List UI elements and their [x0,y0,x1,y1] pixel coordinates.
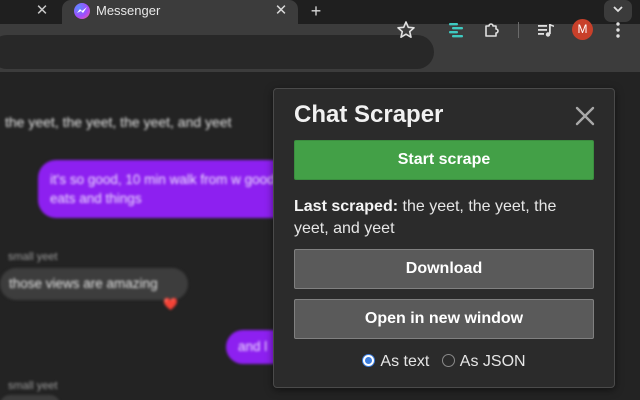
toolbar-divider [518,22,519,38]
outgoing-message-bubble[interactable]: it's so good, 10 min walk from w good ea… [38,160,308,218]
sender-name: small yeet [8,380,58,392]
tab-close-icon[interactable]: ✕ [272,2,290,20]
tab-title: Messenger [96,3,161,18]
tab-messenger[interactable]: Messenger ✕ [62,0,298,26]
download-button[interactable]: Download [294,249,594,289]
radio-label: As JSON [459,353,526,370]
address-bar[interactable] [0,35,434,69]
extensions-puzzle-icon[interactable] [482,20,502,40]
chevron-down-icon [613,6,623,13]
previous-tab-close-icon[interactable]: ✕ [33,2,51,20]
radio-label: As text [380,353,430,370]
popup-title: Chat Scraper [294,101,444,128]
incoming-message-bubble[interactable] [0,395,60,400]
start-scrape-button[interactable]: Start scrape [294,140,594,180]
open-in-new-window-button[interactable]: Open in new window [294,299,594,339]
chat-scraper-extension-icon[interactable] [447,20,467,40]
radio-unselected-icon[interactable] [441,354,455,368]
message-text: the yeet, the yeet, the yeet, and yeet [5,114,232,130]
bookmark-star-icon[interactable] [396,20,416,40]
tab-search-button[interactable] [604,0,632,22]
radio-as-json[interactable]: As JSON [441,351,526,373]
incoming-message-bubble[interactable]: those views are amazing [0,268,188,300]
radio-as-text[interactable]: As text [362,351,429,373]
sender-name: small yeet [8,251,58,263]
radio-selected-icon[interactable] [362,354,376,368]
chat-scraper-popup: Chat Scraper Start scrape Last scraped: … [273,88,615,388]
last-scraped-status: Last scraped: the yeet, the yeet, the ye… [294,196,594,240]
last-scraped-label: Last scraped: [294,198,399,215]
messenger-favicon-icon [74,3,90,19]
format-radio-group: As text As JSON [274,351,614,373]
heart-reaction-icon: ❤️ [163,297,178,311]
new-tab-button[interactable]: + [306,1,326,21]
profile-avatar[interactable]: M [572,19,593,40]
more-menu-icon[interactable] [611,20,625,40]
close-icon[interactable] [572,103,598,129]
media-control-icon[interactable] [536,20,556,40]
